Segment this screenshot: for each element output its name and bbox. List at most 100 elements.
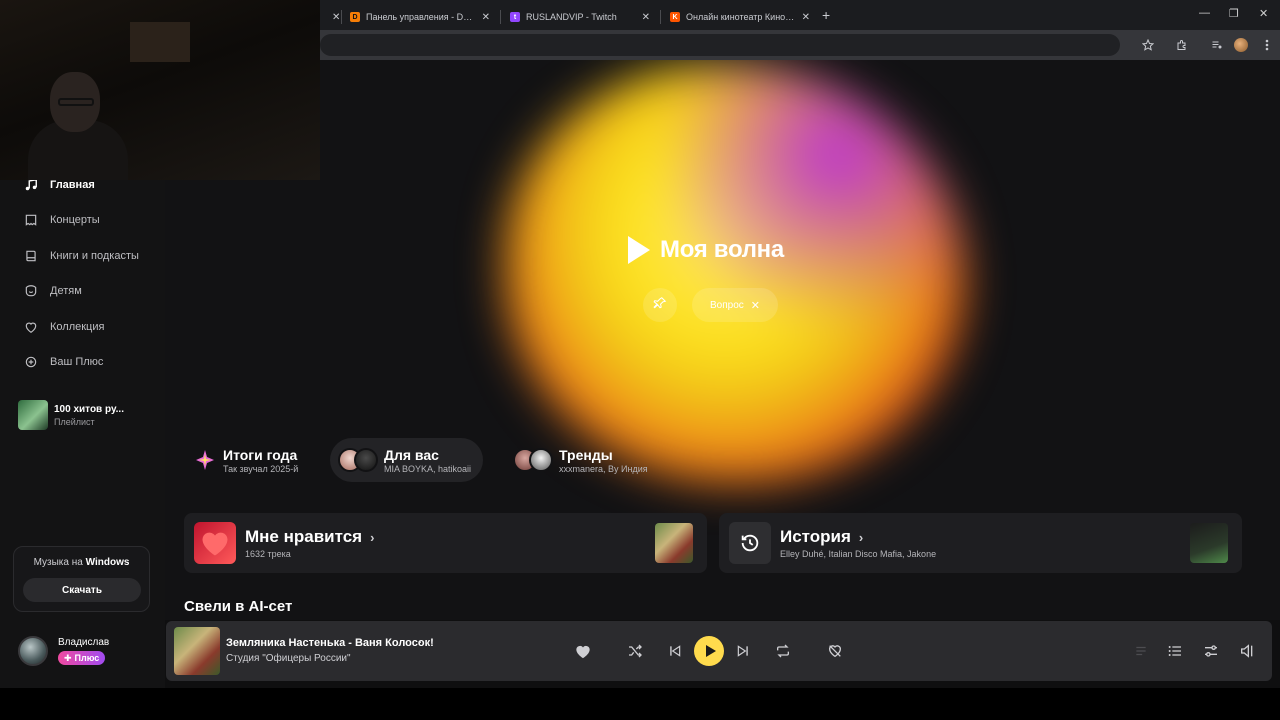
tab-hidden[interactable]: ✕ — [318, 4, 340, 30]
heart-icon — [22, 318, 40, 336]
webcam-background-window — [130, 22, 190, 62]
my-wave-visualizer[interactable] — [505, 64, 965, 484]
history-card[interactable]: История › Elley Duhé, Italian Disco Mafia… — [719, 513, 1242, 573]
sidebar-item-books[interactable]: Книги и подкасты — [22, 247, 139, 265]
sidebar-playlist-item[interactable]: 100 хитов ру... Плейлист — [18, 400, 124, 430]
tab-close-icon[interactable]: ✕ — [482, 12, 490, 23]
close-window-button[interactable]: ✕ — [1259, 7, 1268, 20]
like-heart-icon[interactable] — [571, 639, 595, 663]
user-name: Владислав — [58, 636, 110, 648]
my-wave-play-button[interactable]: Моя волна — [628, 236, 784, 264]
new-tab-button[interactable]: + — [822, 7, 830, 23]
dislike-icon[interactable] — [823, 639, 847, 663]
shortcut-year-results[interactable]: Итоги года Так звучал 2025-й — [185, 438, 310, 482]
kinopoisk-icon: K — [670, 12, 680, 22]
shortcut-subtitle: Так звучал 2025-й — [223, 463, 299, 474]
sidebar-item-kids[interactable]: Детям — [22, 282, 82, 300]
maximize-button[interactable]: ❐ — [1229, 7, 1239, 20]
more-options-icon[interactable]: ··· — [418, 633, 435, 649]
playlist-cover — [18, 400, 48, 430]
pin-wave-button[interactable] — [643, 288, 677, 322]
playlist-subtitle: Плейлист — [54, 416, 95, 427]
tab-title: Онлайн кинотеатр Кинопоиск — [686, 12, 796, 22]
user-profile[interactable]: Владислав ✚ Плюс — [18, 636, 109, 666]
repeat-icon[interactable] — [771, 639, 795, 663]
tab-separator — [500, 10, 501, 24]
card-subtitle: Elley Duhé, Italian Disco Mafia, Jakone — [780, 549, 937, 559]
lyrics-icon[interactable] — [1129, 639, 1153, 663]
tab-title: RUSLANDVIP - Twitch — [526, 12, 617, 22]
next-track-icon[interactable] — [731, 639, 755, 663]
player-bar: Земляника Настенька - Ваня Колосок! ··· … — [166, 621, 1272, 681]
download-button[interactable]: Скачать — [23, 578, 141, 602]
play-pause-button[interactable] — [694, 636, 724, 666]
profile-avatar-icon[interactable] — [1233, 37, 1249, 53]
shuffle-icon[interactable] — [623, 639, 647, 663]
sidebar-item-label: Детям — [50, 285, 82, 297]
last-played-cover — [1190, 523, 1228, 563]
play-icon — [705, 645, 716, 657]
liked-heart-icon — [194, 522, 236, 564]
previous-track-icon[interactable] — [663, 639, 687, 663]
tab-close-icon[interactable]: ✕ — [642, 12, 650, 23]
menu-kebab-icon[interactable] — [1259, 37, 1275, 53]
promo-text-prefix: Музыка на — [33, 557, 86, 568]
last-liked-cover — [655, 523, 693, 563]
plus-logo-icon: ✚ — [64, 652, 72, 663]
webcam-overlay — [0, 0, 320, 180]
equalizer-settings-icon[interactable] — [1199, 639, 1223, 663]
shortcut-title: Итоги года — [223, 446, 298, 463]
bookmark-star-icon[interactable] — [1140, 37, 1156, 53]
book-icon — [22, 247, 40, 265]
chip-close-icon[interactable]: ✕ — [751, 299, 760, 312]
shortcut-title: Для вас — [384, 446, 439, 463]
play-icon — [628, 236, 650, 264]
liked-tracks-card[interactable]: Мне нравится › 1632 трека — [184, 513, 707, 573]
plus-badge-label: Плюс — [74, 653, 100, 663]
tab-donation[interactable]: D Панель управления - Donation ✕ — [342, 4, 498, 30]
sidebar-item-concerts[interactable]: Концерты — [22, 211, 100, 229]
playlist-title: 100 хитов ру... — [54, 403, 124, 415]
sidebar-item-label: Коллекция — [50, 321, 105, 333]
card-subtitle: 1632 трека — [245, 549, 291, 559]
artist-avatar — [354, 448, 378, 472]
tab-kinopoisk[interactable]: K Онлайн кинотеатр Кинопоиск ✕ — [662, 4, 818, 30]
chevron-right-icon: › — [370, 529, 375, 545]
avatar[interactable] — [18, 636, 48, 666]
artist-avatar — [529, 448, 553, 472]
sidebar-item-label: Главная — [50, 179, 95, 191]
now-playing-title[interactable]: Земляника Настенька - Ваня Колосок! — [226, 637, 434, 649]
queue-list-icon[interactable] — [1163, 639, 1187, 663]
sidebar-item-collection[interactable]: Коллекция — [22, 318, 104, 336]
shortcut-trends[interactable]: Тренды xxxmanera, By Индия — [505, 438, 660, 482]
minimize-button[interactable]: — — [1199, 7, 1210, 19]
now-playing-cover[interactable] — [174, 627, 220, 675]
my-wave-title: Моя волна — [660, 236, 784, 263]
shortcut-title: Тренды — [559, 446, 613, 463]
card-title: Мне нравится — [245, 527, 363, 546]
tab-title: Панель управления - Donation — [366, 12, 476, 22]
address-bar[interactable] — [320, 34, 1120, 56]
sidebar-item-label: Книги и подкасты — [50, 250, 139, 262]
tab-close-icon[interactable]: ✕ — [332, 12, 340, 23]
volume-icon[interactable] — [1235, 639, 1259, 663]
now-playing-artist[interactable]: Студия "Офицеры России" — [226, 653, 351, 664]
main-content: Моя волна Вопрос ✕ Итоги года Так звучал… — [165, 60, 1280, 620]
wave-setting-chip[interactable]: Вопрос ✕ — [692, 288, 778, 322]
media-control-icon[interactable] — [1209, 37, 1225, 53]
extensions-icon[interactable] — [1174, 37, 1190, 53]
tab-close-icon[interactable]: ✕ — [802, 12, 810, 23]
tab-twitch[interactable]: t RUSLANDVIP - Twitch ✕ — [502, 4, 658, 30]
plus-badge[interactable]: ✚ Плюс — [58, 651, 106, 665]
sparkle-icon — [193, 448, 217, 472]
ticket-icon — [22, 211, 40, 229]
chevron-right-icon: › — [858, 529, 864, 545]
card-title: История — [780, 527, 851, 546]
kids-icon — [22, 282, 40, 300]
wave-gradient-blob — [505, 64, 965, 484]
letterbox-bottom — [0, 688, 1280, 720]
shortcut-for-you[interactable]: Для вас MIA BOYKA, hatikoaii — [330, 438, 484, 482]
plus-icon — [22, 353, 40, 371]
shortcut-subtitle: MIA BOYKA, hatikoaii — [384, 463, 472, 474]
sidebar-item-plus[interactable]: Ваш Плюс — [22, 353, 103, 371]
